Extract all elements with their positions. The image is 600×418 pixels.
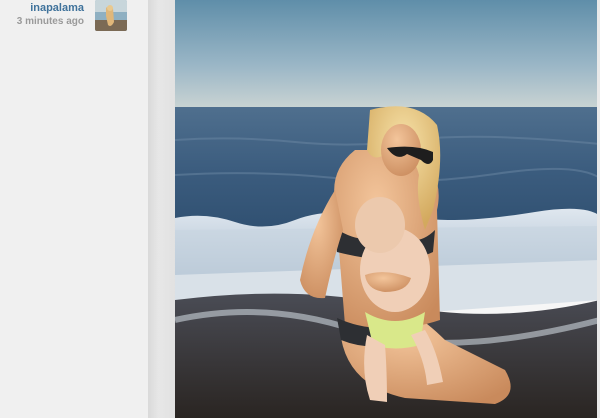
column-gutter: [148, 0, 175, 418]
user-avatar[interactable]: [95, 0, 127, 31]
left-panel: inapalama 3 minutes ago: [0, 0, 175, 418]
feed-column: inapalama 3 minutes ago: [0, 0, 149, 418]
beach-photo-image: [175, 0, 600, 418]
post-timestamp: 3 minutes ago: [16, 16, 84, 27]
post-username-link[interactable]: inapalama: [30, 2, 84, 14]
post-photo[interactable]: [175, 0, 600, 418]
avatar-thumbnail-icon: [95, 0, 127, 31]
